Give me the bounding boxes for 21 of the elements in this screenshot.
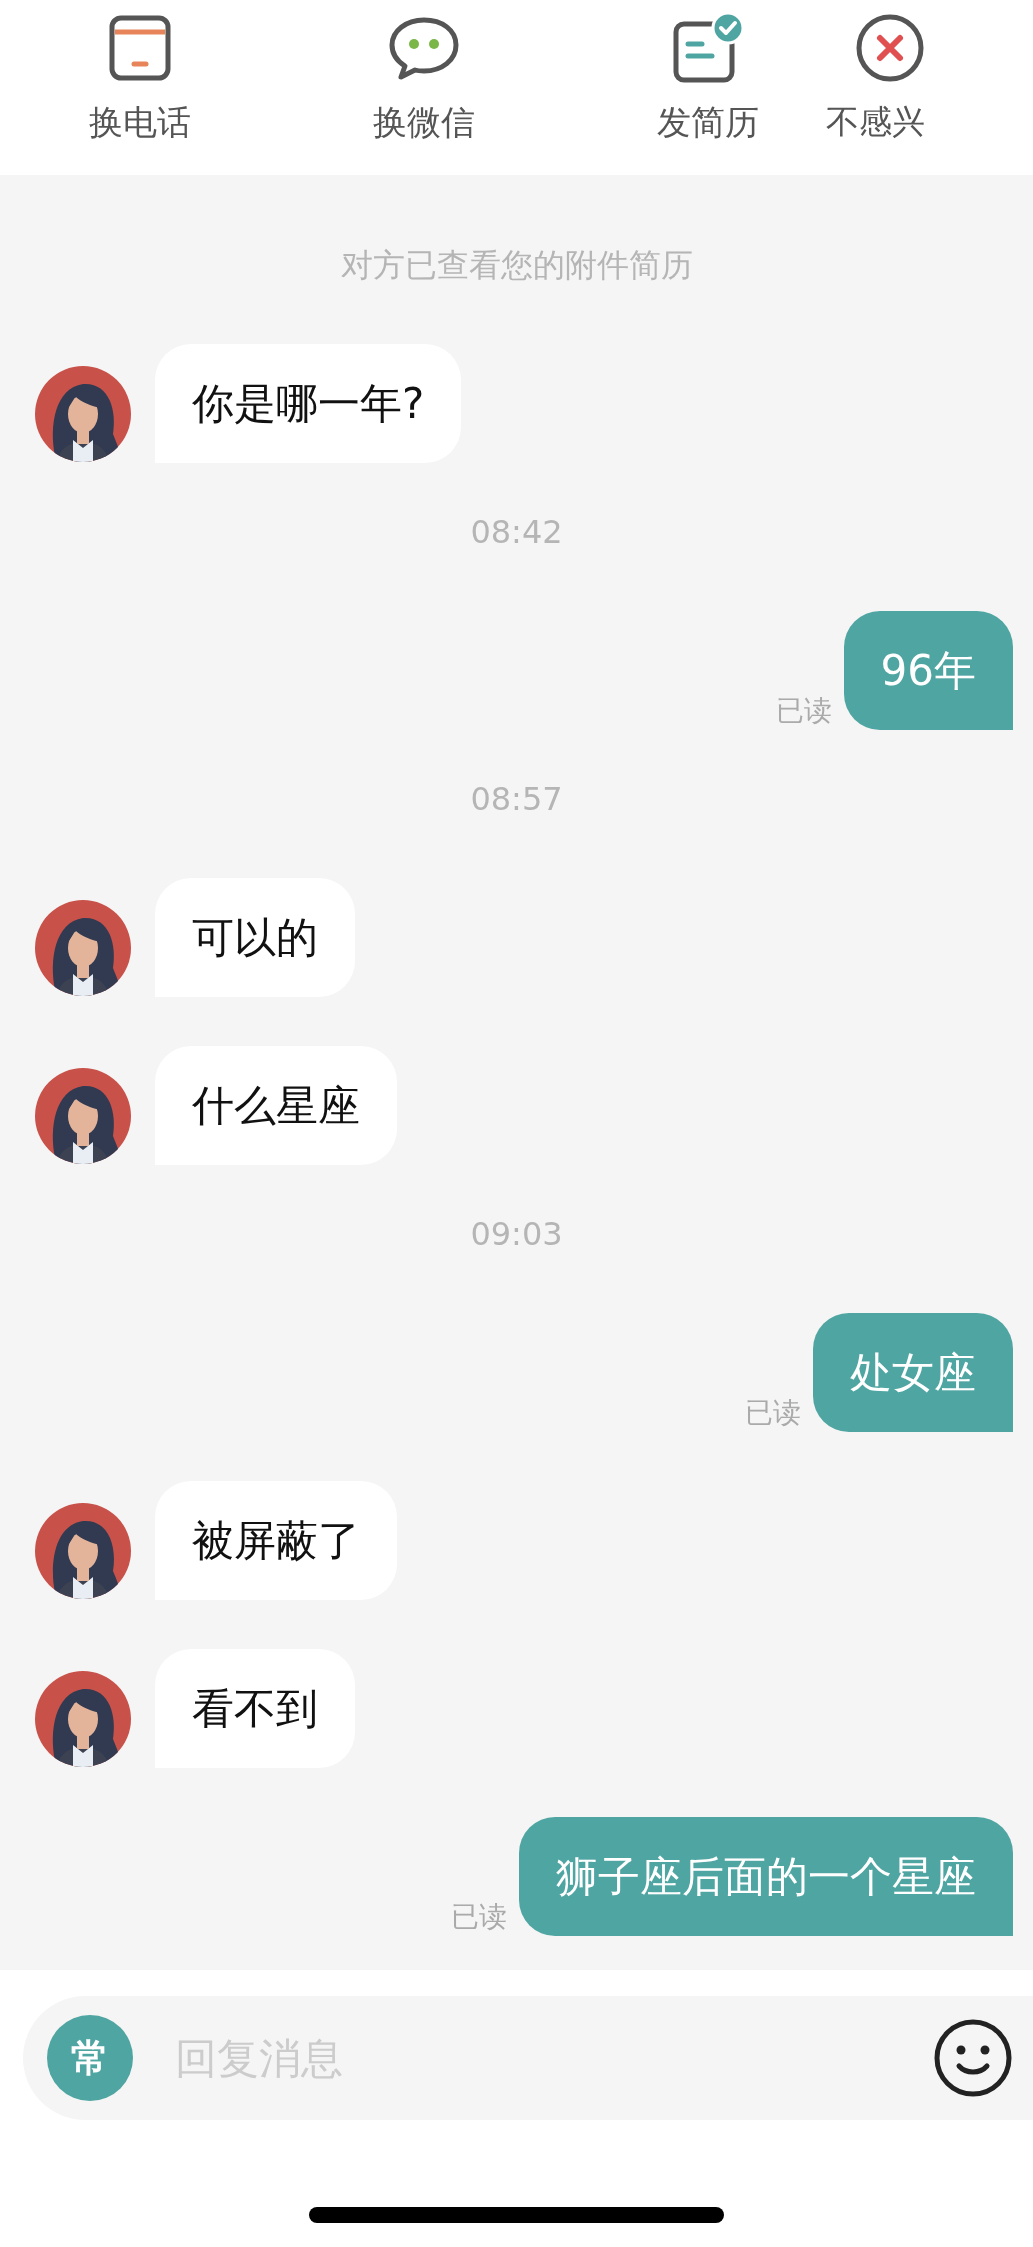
toolbar-button[interactable]: 发简历 [618, 12, 798, 142]
message-bubble: 看不到 [155, 1649, 355, 1768]
message-bubble: 被屏蔽了 [155, 1481, 397, 1600]
message-bubble: 你是哪一年? [155, 344, 462, 463]
timestamp: 09:03 [470, 1214, 563, 1254]
system-notice: 对方已查看您的附件简历 [340, 245, 693, 285]
emoji-icon[interactable] [933, 2018, 1013, 2098]
toolbar-button[interactable]: 换微信 [334, 12, 514, 142]
message-bubble: 可以的 [155, 878, 355, 997]
message-bubble: 处女座 [813, 1313, 1013, 1432]
message-bubble: 什么星座 [155, 1046, 397, 1165]
message-bubble: 狮子座后面的一个星座 [519, 1817, 1013, 1936]
read-status: 已读 [451, 1900, 507, 1934]
read-status: 已读 [745, 1396, 801, 1430]
read-status: 已读 [775, 694, 832, 728]
close-icon [854, 12, 926, 84]
toolbar-button[interactable]: 不感兴 [798, 12, 929, 142]
toolbar-button[interactable]: 换电话 [50, 12, 230, 142]
timestamp: 08:57 [470, 779, 563, 819]
message-bubble: 96年 [843, 611, 1013, 730]
timestamp: 08:42 [470, 512, 563, 552]
